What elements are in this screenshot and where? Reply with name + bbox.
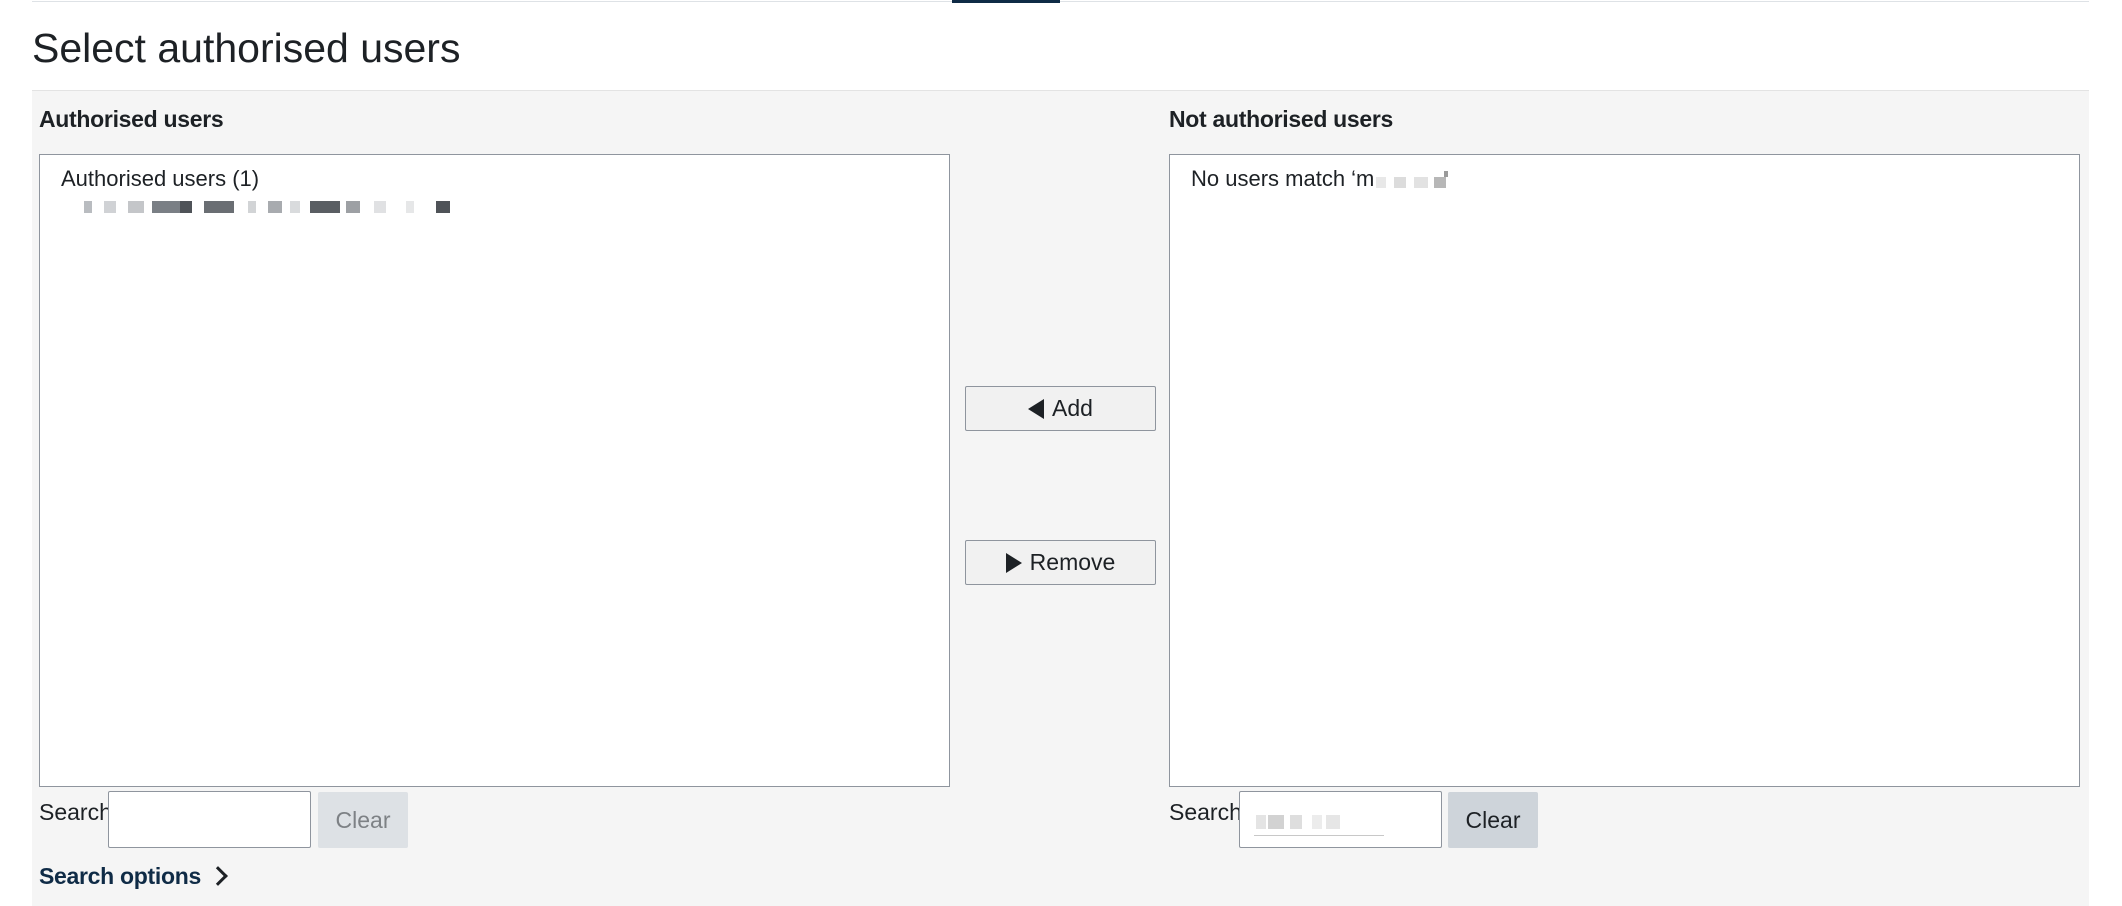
authorised-search-label: Search: [39, 799, 112, 825]
no-match-text: No users match ‘m: [1191, 166, 1375, 191]
triangle-left-icon: [1028, 398, 1045, 419]
authorised-users-listbox[interactable]: Authorised users (1): [39, 154, 950, 787]
no-match-message: No users match ‘m: [1191, 165, 1484, 193]
active-tab-indicator: [952, 0, 1060, 3]
authorised-users-heading: Authorised users: [39, 106, 224, 132]
redacted-search-term: [1374, 168, 1484, 192]
not-authorised-search-input[interactable]: [1239, 791, 1442, 848]
triangle-right-icon: [1005, 552, 1022, 573]
not-authorised-users-heading: Not authorised users: [1169, 106, 1394, 132]
not-authorised-clear-button[interactable]: Clear: [1448, 792, 1538, 848]
remove-button-label: Remove: [1029, 549, 1116, 575]
page-title: Select authorised users: [32, 25, 461, 71]
authorised-users-group-label: Authorised users (1): [61, 166, 260, 191]
remove-button[interactable]: Remove: [965, 540, 1156, 585]
chevron-right-icon: [208, 866, 228, 886]
authorised-clear-button[interactable]: Clear: [318, 792, 408, 848]
authorised-user-option[interactable]: [84, 195, 504, 217]
search-options-link[interactable]: Search options: [39, 862, 228, 890]
authorised-search-input[interactable]: [108, 791, 311, 848]
search-options-label: Search options: [39, 863, 201, 889]
not-authorised-search-label: Search: [1169, 799, 1242, 825]
add-button[interactable]: Add: [965, 386, 1156, 431]
add-button-label: Add: [1052, 395, 1093, 421]
not-authorised-users-listbox[interactable]: No users match ‘m: [1169, 154, 2080, 787]
user-selector-panel: Authorised users Authorised users (1) Ad…: [32, 90, 2089, 906]
top-divider: [32, 1, 2089, 2]
